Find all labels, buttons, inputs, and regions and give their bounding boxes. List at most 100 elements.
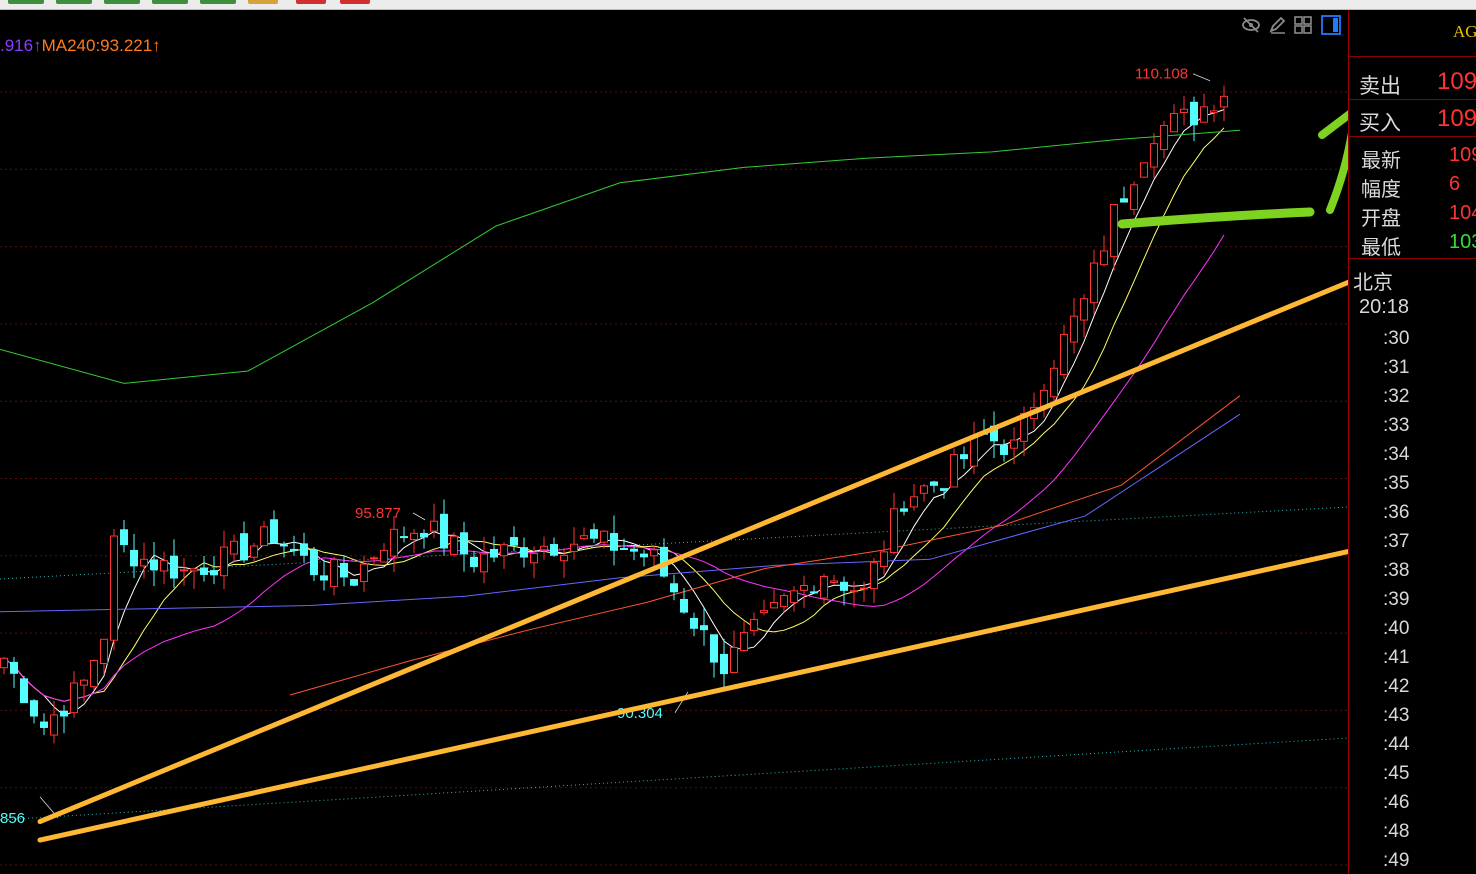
- trade-minute: :44: [1383, 734, 1410, 755]
- toolbar-button[interactable]: [296, 0, 326, 4]
- toolbar-button[interactable]: [340, 0, 370, 4]
- candle: [830, 580, 838, 583]
- candle: [630, 548, 638, 552]
- toolbar-button[interactable]: [104, 0, 140, 4]
- candle: [950, 454, 958, 488]
- ma240-value: MA240:93.221↑: [41, 36, 161, 55]
- candle: [260, 526, 268, 547]
- trade-minute: :43: [1383, 705, 1410, 726]
- candle: [0, 657, 8, 669]
- candle: [410, 532, 418, 541]
- candle: [540, 545, 548, 551]
- candle: [110, 535, 118, 641]
- candle: [320, 575, 328, 581]
- trend-line: [37, 548, 1348, 843]
- toolbar-button[interactable]: [152, 0, 188, 4]
- toolbar-button[interactable]: [56, 0, 92, 4]
- candle: [280, 544, 288, 547]
- candle: [580, 535, 588, 540]
- candle: [250, 545, 258, 558]
- candle: [1220, 95, 1228, 108]
- candle: [200, 567, 208, 575]
- moving-average-line: [3, 234, 1225, 702]
- candle: [1050, 367, 1058, 398]
- candle: [1200, 106, 1208, 123]
- quote-row-value: 103: [1449, 231, 1476, 253]
- candle: [80, 679, 88, 686]
- candle: [1190, 101, 1198, 126]
- candle: [1160, 124, 1168, 151]
- candle: [1150, 143, 1158, 168]
- candle: [790, 590, 798, 603]
- candle: [1040, 389, 1048, 407]
- candle: [40, 721, 48, 728]
- candle: [100, 638, 108, 665]
- candle: [120, 529, 128, 546]
- candle: [640, 553, 648, 558]
- annotation-pointer: [412, 512, 426, 521]
- candle: [670, 583, 678, 593]
- quote-row-value: 109: [1449, 144, 1476, 166]
- candle: [150, 559, 158, 571]
- candle: [20, 678, 28, 704]
- grid-line: [0, 737, 1348, 821]
- candle: [590, 529, 598, 539]
- candle: [570, 543, 578, 552]
- contract-code: AG: [1453, 22, 1476, 41]
- candle: [850, 590, 858, 593]
- candle: [50, 714, 58, 736]
- candle: [390, 528, 398, 557]
- trade-minute: :33: [1383, 415, 1410, 436]
- candle: [190, 568, 198, 572]
- candle: [460, 532, 468, 555]
- candle: [840, 581, 848, 591]
- eye-slash-icon[interactable]: [1240, 14, 1262, 36]
- toolbar-button[interactable]: [248, 0, 278, 4]
- candle: [60, 710, 68, 717]
- candle: [1010, 439, 1018, 449]
- candle: [480, 553, 488, 573]
- candle: [510, 537, 518, 546]
- pencil-icon[interactable]: [1266, 14, 1288, 36]
- trade-minute: :37: [1383, 531, 1410, 552]
- candle: [440, 513, 448, 549]
- candle: [860, 587, 868, 590]
- annotation-pointer: [1192, 73, 1211, 82]
- candle: [500, 544, 508, 557]
- candle: [490, 548, 498, 558]
- candle: [1070, 315, 1078, 343]
- toolbar-button[interactable]: [200, 0, 236, 4]
- bid-label: 买入: [1359, 111, 1401, 135]
- trade-minute: :31: [1383, 357, 1410, 378]
- markup-arrow: [1318, 110, 1348, 214]
- candle: [350, 579, 358, 586]
- candle: [940, 488, 948, 491]
- grid-icon[interactable]: [1292, 14, 1314, 36]
- candle: [730, 647, 738, 674]
- quote-row-value: 6: [1449, 173, 1461, 195]
- candle: [400, 536, 408, 539]
- candle: [560, 554, 568, 562]
- trade-minute: :45: [1383, 763, 1410, 784]
- candle: [180, 569, 188, 572]
- candle: [520, 547, 528, 558]
- moving-average-line: [289, 395, 1241, 696]
- markup-underline: [1117, 207, 1315, 229]
- candle: [910, 496, 918, 508]
- candle: [700, 625, 708, 631]
- trade-minute: :46: [1383, 792, 1410, 813]
- candle: [270, 519, 278, 544]
- panel-toggle-icon[interactable]: [1320, 14, 1342, 36]
- candle: [770, 601, 778, 609]
- candle: [800, 585, 808, 591]
- quote-row-label: 最新: [1361, 148, 1401, 172]
- toolbar-button[interactable]: [8, 0, 44, 4]
- trade-minute: :48: [1383, 821, 1410, 842]
- moving-average-line: [3, 127, 1225, 702]
- candlestick-chart[interactable]: 110.10895.87790.304856: [0, 10, 1348, 874]
- candle: [970, 435, 978, 467]
- candle: [690, 617, 698, 629]
- candle: [1140, 162, 1148, 178]
- trade-minute: :34: [1383, 444, 1410, 465]
- candle: [170, 555, 178, 579]
